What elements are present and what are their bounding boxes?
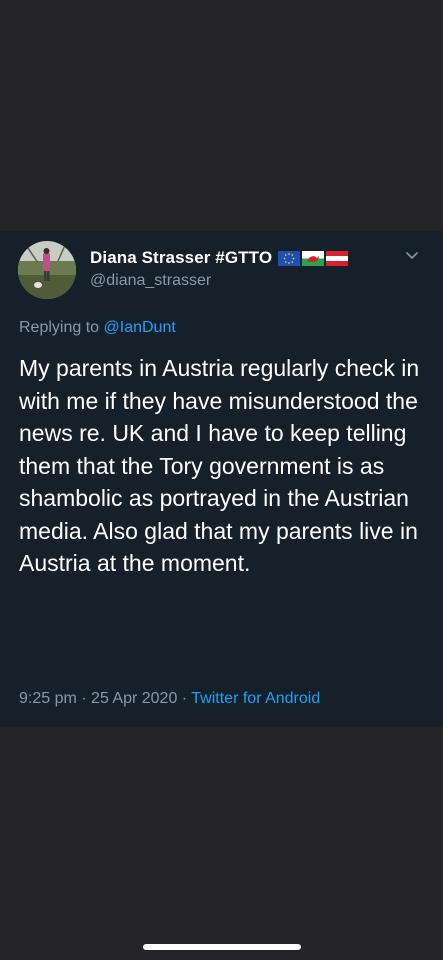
replying-to: Replying to @IanDunt: [19, 319, 176, 337]
tweet-text: My parents in Austria regularly check in…: [19, 355, 420, 576]
flag-emojis: [278, 250, 349, 266]
tweet-meta: 9:25 pm · 25 Apr 2020 · Twitter for Andr…: [19, 690, 320, 708]
display-name[interactable]: Diana Strasser #GTTO: [90, 248, 272, 268]
chevron-down-icon[interactable]: [404, 250, 420, 262]
tweet-source-link[interactable]: Twitter for Android: [191, 690, 320, 707]
tweet-card: Diana Strasser #GTTO @diana_strasser Rep…: [0, 231, 443, 727]
home-indicator[interactable]: [143, 944, 301, 950]
eu-flag-icon: [278, 250, 301, 266]
tweet-date: 25 Apr 2020: [91, 690, 178, 707]
austria-flag-icon: [326, 250, 349, 266]
reply-mention-link[interactable]: @IanDunt: [104, 319, 176, 336]
screen: Diana Strasser #GTTO @diana_strasser Rep…: [0, 0, 443, 960]
replying-to-label: Replying to: [19, 319, 100, 336]
author-handle[interactable]: @diana_strasser: [90, 272, 211, 290]
author-name-row[interactable]: Diana Strasser #GTTO: [90, 247, 349, 269]
wales-flag-icon: [302, 250, 325, 266]
tweet-time: 9:25 pm: [19, 690, 77, 707]
meta-separator: ·: [181, 690, 188, 707]
avatar[interactable]: [18, 241, 76, 299]
meta-separator: ·: [81, 690, 87, 707]
